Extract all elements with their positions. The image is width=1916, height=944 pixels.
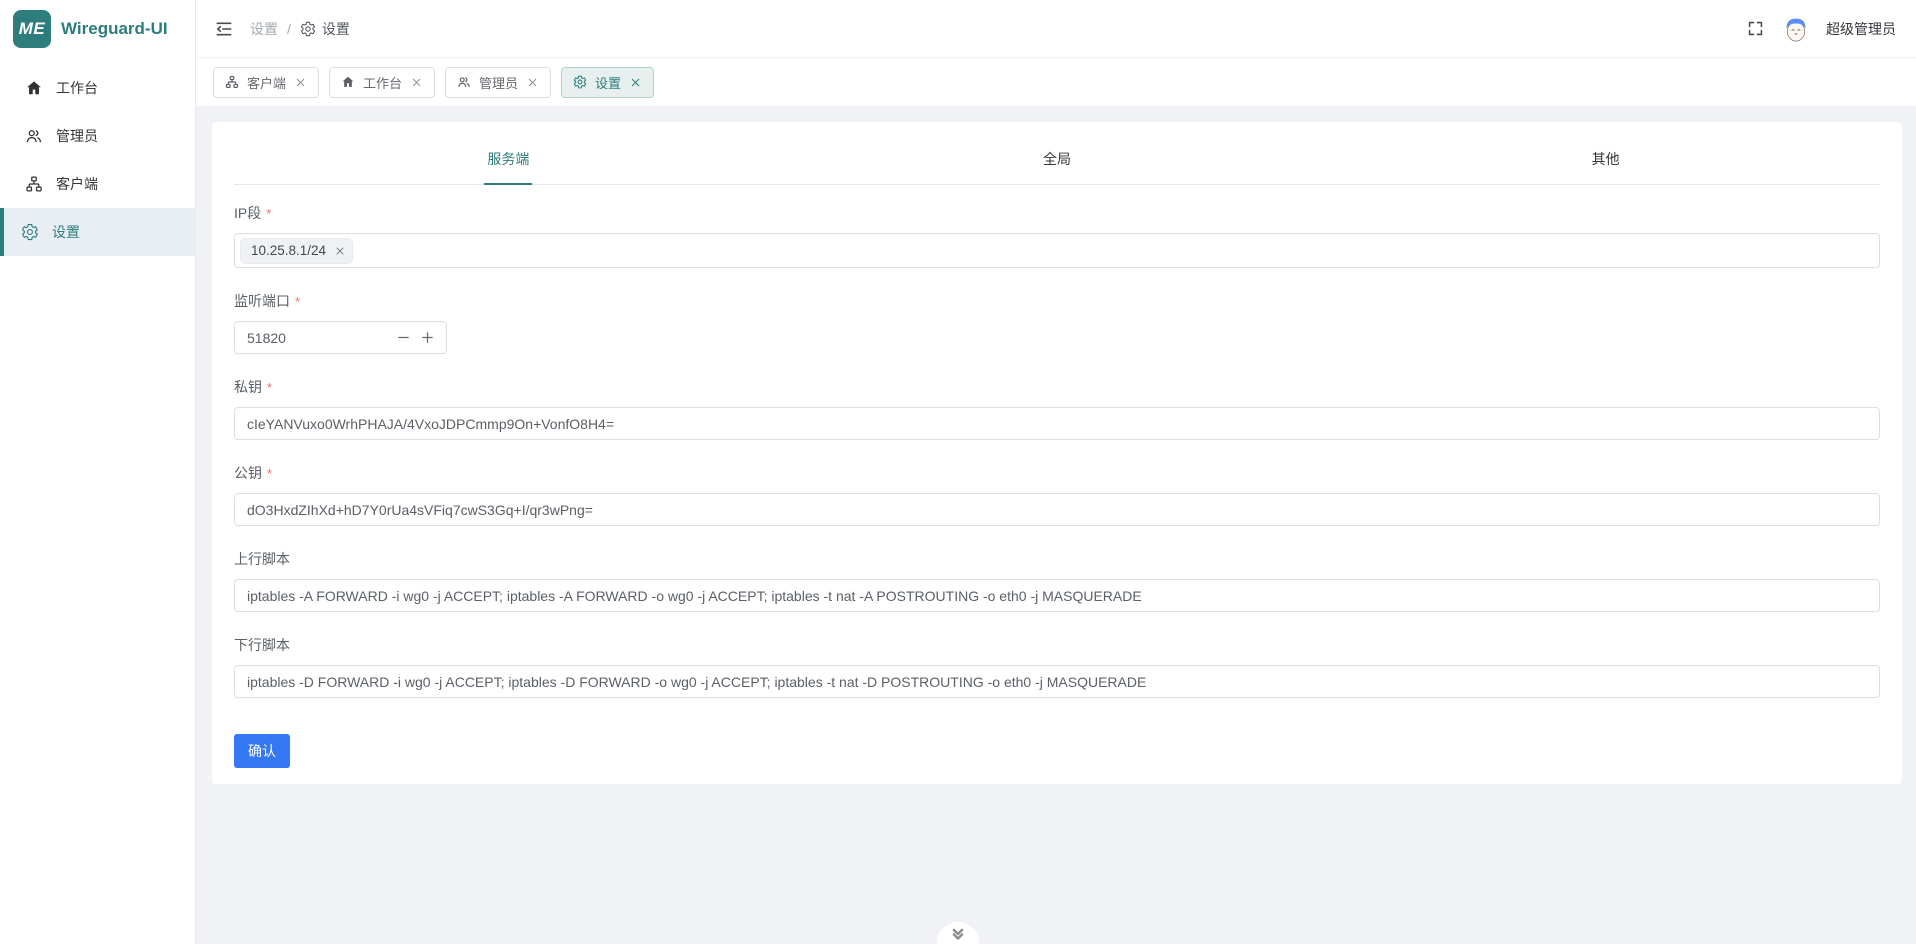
close-icon[interactable] <box>526 76 539 89</box>
listen-port-field-group: 监听端口 <box>234 291 1880 354</box>
breadcrumb-separator: / <box>287 21 291 37</box>
collapse-sidebar-icon[interactable] <box>214 19 234 39</box>
content-area: 服务端 全局 其他 IP段 10.25.8.1/24 <box>196 106 1916 944</box>
public-key-input[interactable] <box>234 493 1880 526</box>
settings-tabs: 服务端 全局 其他 <box>234 136 1880 185</box>
private-key-label: 私钥 <box>234 377 272 397</box>
down-script-label: 下行脚本 <box>234 635 290 655</box>
tab-other-label: 其他 <box>1592 151 1620 167</box>
avatar[interactable] <box>1781 14 1811 44</box>
breadcrumb-current-label: 设置 <box>322 19 350 39</box>
header: 设置 / 设置 <box>196 0 1916 58</box>
sidebar-item-label: 工作台 <box>56 78 98 98</box>
gear-icon <box>573 75 587 89</box>
logo-badge: ME <box>13 10 51 48</box>
breadcrumb: 设置 / 设置 <box>250 19 350 39</box>
tab-label: 管理员 <box>479 73 518 92</box>
listen-port-stepper <box>234 321 447 354</box>
home-icon <box>25 79 43 97</box>
up-script-label: 上行脚本 <box>234 549 290 569</box>
ip-range-label: IP段 <box>234 203 271 223</box>
public-key-field-group: 公钥 <box>234 463 1880 526</box>
private-key-input[interactable] <box>234 407 1880 440</box>
open-tabs-bar: 客户端 工作台 管理员 设置 <box>196 58 1916 106</box>
ip-range-input[interactable]: 10.25.8.1/24 <box>234 233 1880 268</box>
tab-clients[interactable]: 客户端 <box>213 67 319 98</box>
server-settings-form: IP段 10.25.8.1/24 监听端口 <box>234 185 1880 768</box>
increment-icon[interactable] <box>420 330 435 345</box>
close-icon[interactable] <box>294 76 307 89</box>
tab-settings[interactable]: 设置 <box>561 67 654 98</box>
chevron-double-down-icon <box>949 925 967 943</box>
down-script-field-group: 下行脚本 <box>234 635 1880 698</box>
fullscreen-icon[interactable] <box>1746 19 1766 39</box>
home-icon <box>341 75 355 89</box>
tab-global[interactable]: 全局 <box>783 136 1332 184</box>
app-logo[interactable]: ME Wireguard-UI <box>0 0 195 58</box>
down-script-input[interactable] <box>234 665 1880 698</box>
remove-tag-icon[interactable] <box>333 244 347 258</box>
sitemap-icon <box>225 75 239 89</box>
sidebar-item-settings[interactable]: 设置 <box>0 208 195 256</box>
sitemap-icon <box>25 175 43 193</box>
breadcrumb-parent[interactable]: 设置 <box>250 19 278 39</box>
user-name[interactable]: 超级管理员 <box>1826 19 1896 39</box>
settings-card: 服务端 全局 其他 IP段 10.25.8.1/24 <box>212 122 1902 784</box>
breadcrumb-current: 设置 <box>300 19 350 39</box>
sidebar-item-clients[interactable]: 客户端 <box>0 160 195 208</box>
sidebar-item-label: 管理员 <box>56 126 98 146</box>
private-key-field-group: 私钥 <box>234 377 1880 440</box>
ip-range-tag: 10.25.8.1/24 <box>240 238 353 264</box>
tab-label: 设置 <box>595 73 621 92</box>
ip-range-field-group: IP段 10.25.8.1/24 <box>234 203 1880 268</box>
sidebar-item-label: 设置 <box>52 222 80 242</box>
sidebar: ME Wireguard-UI 工作台 管理员 客户端 设置 <box>0 0 196 944</box>
confirm-button[interactable]: 确认 <box>234 734 290 768</box>
close-icon[interactable] <box>629 76 642 89</box>
tab-global-label: 全局 <box>1043 151 1071 167</box>
public-key-label: 公钥 <box>234 463 272 483</box>
users-icon <box>25 127 43 145</box>
tab-admins[interactable]: 管理员 <box>445 67 551 98</box>
app-title: Wireguard-UI <box>61 19 168 39</box>
gear-icon <box>21 223 39 241</box>
tab-server-label: 服务端 <box>487 151 529 167</box>
sidebar-item-label: 客户端 <box>56 174 98 194</box>
decrement-icon[interactable] <box>396 330 411 345</box>
users-icon <box>457 75 471 89</box>
tab-other[interactable]: 其他 <box>1331 136 1880 184</box>
sidebar-menu: 工作台 管理员 客户端 设置 <box>0 58 195 256</box>
tab-workbench[interactable]: 工作台 <box>329 67 435 98</box>
up-script-field-group: 上行脚本 <box>234 549 1880 612</box>
tab-label: 客户端 <box>247 73 286 92</box>
ip-range-tag-value: 10.25.8.1/24 <box>251 243 326 258</box>
up-script-input[interactable] <box>234 579 1880 612</box>
sidebar-item-workbench[interactable]: 工作台 <box>0 64 195 112</box>
main-column: 设置 / 设置 <box>196 0 1916 944</box>
gear-icon <box>300 21 316 37</box>
close-icon[interactable] <box>410 76 423 89</box>
tab-label: 工作台 <box>363 73 402 92</box>
sidebar-item-admins[interactable]: 管理员 <box>0 112 195 160</box>
tab-server[interactable]: 服务端 <box>234 136 783 184</box>
listen-port-label: 监听端口 <box>234 291 300 311</box>
